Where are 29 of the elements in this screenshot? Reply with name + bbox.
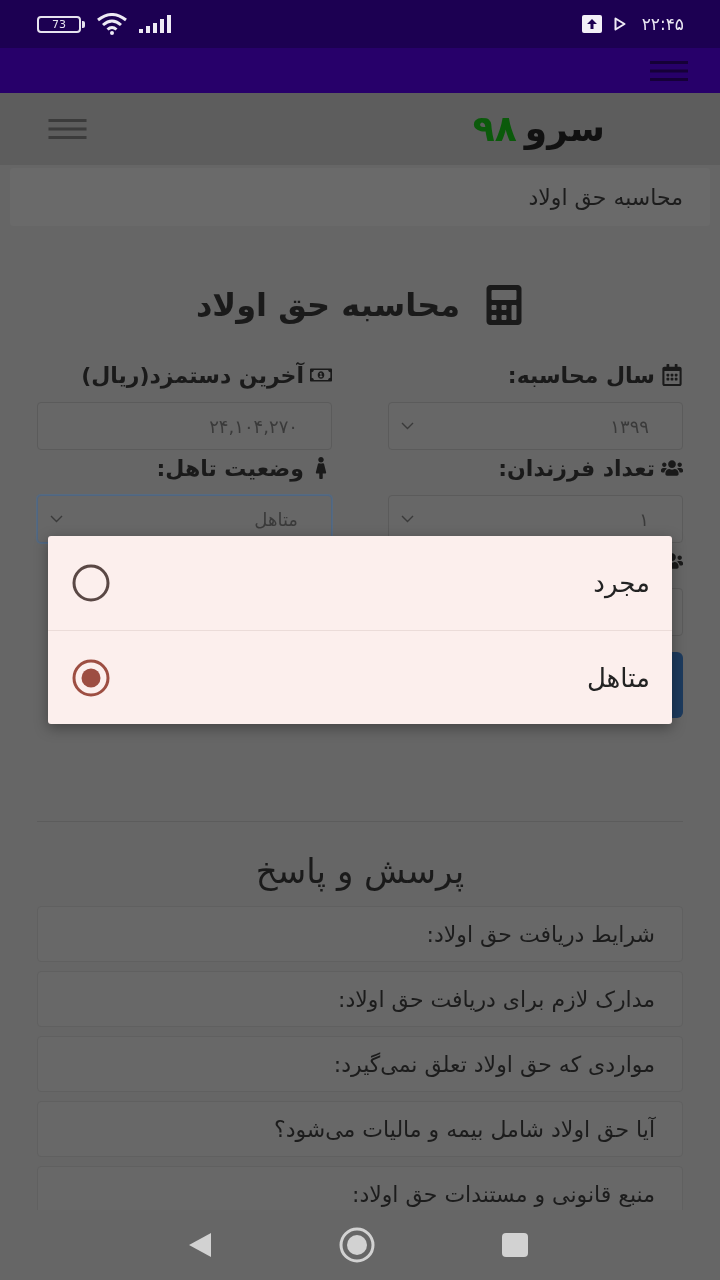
play-icon <box>613 17 626 31</box>
faq-title: پرسش و پاسخ <box>254 850 466 894</box>
people-icon <box>661 457 683 479</box>
section-title: محاسبه حق اولاد <box>195 285 461 326</box>
faq-question[interactable]: مدارک لازم برای دریافت حق اولاد: <box>37 971 683 1027</box>
chevron-down-icon <box>50 515 63 523</box>
radio-icon[interactable] <box>72 564 110 602</box>
site-logo[interactable]: سرو ۹۸ <box>472 107 605 151</box>
back-icon[interactable] <box>188 1232 212 1258</box>
faq-question[interactable]: مواردی که حق اولاد تعلق نمی‌گیرد: <box>37 1036 683 1092</box>
field-label: آخرین دستمزد(ریال) <box>81 362 304 388</box>
breadcrumb-item: محاسبه حق اولاد <box>528 184 683 210</box>
calculator-icon <box>484 285 525 325</box>
field-label: تعداد فرزندان: <box>498 455 655 481</box>
calendar-icon <box>661 364 683 386</box>
signal-icon <box>139 15 171 33</box>
field-label: سال محاسبه: <box>507 362 655 388</box>
faq-question[interactable]: آیا حق اولاد شامل بیمه و مالیات می‌شود؟ <box>37 1101 683 1157</box>
dialog-option[interactable]: متاهل <box>48 630 672 724</box>
chevron-down-icon <box>401 515 414 523</box>
field-label: وضعیت تاهل: <box>156 455 304 481</box>
home-icon[interactable] <box>339 1227 375 1263</box>
radio-icon[interactable] <box>72 658 110 697</box>
wifi-icon <box>97 13 127 35</box>
status-time: ۲۲:۴۵ <box>641 14 684 34</box>
faq-question[interactable]: منبع قانونی و مستندات حق اولاد: <box>37 1166 683 1210</box>
faq-question[interactable]: شرایط دریافت حق اولاد: <box>37 906 683 962</box>
upload-icon <box>581 15 602 33</box>
chevron-down-icon <box>401 422 414 430</box>
